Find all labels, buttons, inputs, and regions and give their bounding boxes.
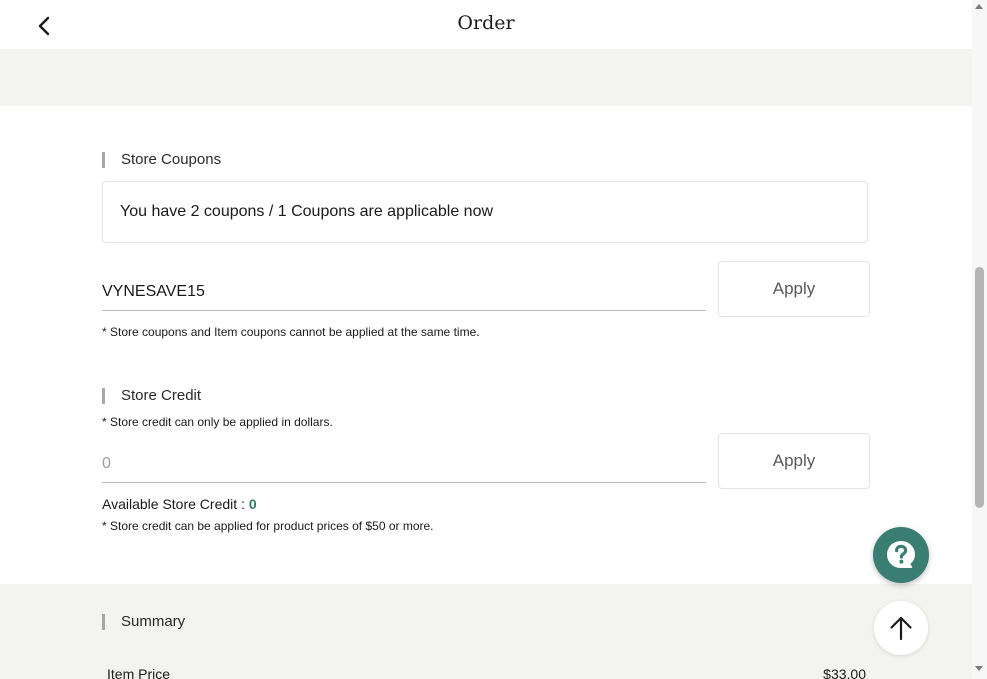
available-credit-value: 0 [248,496,257,512]
arrow-up-icon [890,616,912,641]
summary-title: Summary [102,614,185,630]
credit-apply-button[interactable]: Apply [718,433,870,489]
help-chat-button[interactable] [873,527,929,583]
coupon-apply-button[interactable]: Apply [718,261,870,317]
item-price-value: $33.00 [823,666,866,679]
scroll-up-arrow-icon[interactable] [975,4,983,9]
available-credit-label: Available Store Credit : [102,496,249,512]
viewport: Order Store Coupons You have 2 coupons /… [0,0,987,679]
top-divider-band [0,49,972,106]
store-credit-input[interactable] [102,445,706,483]
help-chat-icon [887,541,915,568]
item-price-label: Item Price [107,666,171,679]
coupon-code-input[interactable] [102,273,706,311]
coupon-note: * Store coupons and Item coupons cannot … [102,325,480,339]
vertical-scrollbar[interactable] [972,0,987,679]
store-coupons-title: Store Coupons [102,152,221,168]
scroll-to-top-button[interactable] [874,601,928,655]
credit-dollars-note: * Store credit can only be applied in do… [102,415,333,429]
scrollbar-thumb[interactable] [975,267,984,508]
store-credit-title: Store Credit [102,388,201,404]
available-store-credit: Available Store Credit : 0 [102,496,257,512]
coupon-availability-box[interactable]: You have 2 coupons / 1 Coupons are appli… [102,181,868,243]
credit-minimum-note: * Store credit can be applied for produc… [102,519,434,533]
summary-section [0,584,972,679]
summary-item-price-row: Item Price $33.00 [107,666,866,679]
order-page: Order Store Coupons You have 2 coupons /… [0,0,972,679]
page-header: Order [0,0,972,49]
scroll-down-arrow-icon[interactable] [975,666,983,671]
page-title: Order [457,12,515,34]
coupon-availability-text: You have 2 coupons / 1 Coupons are appli… [120,203,494,220]
